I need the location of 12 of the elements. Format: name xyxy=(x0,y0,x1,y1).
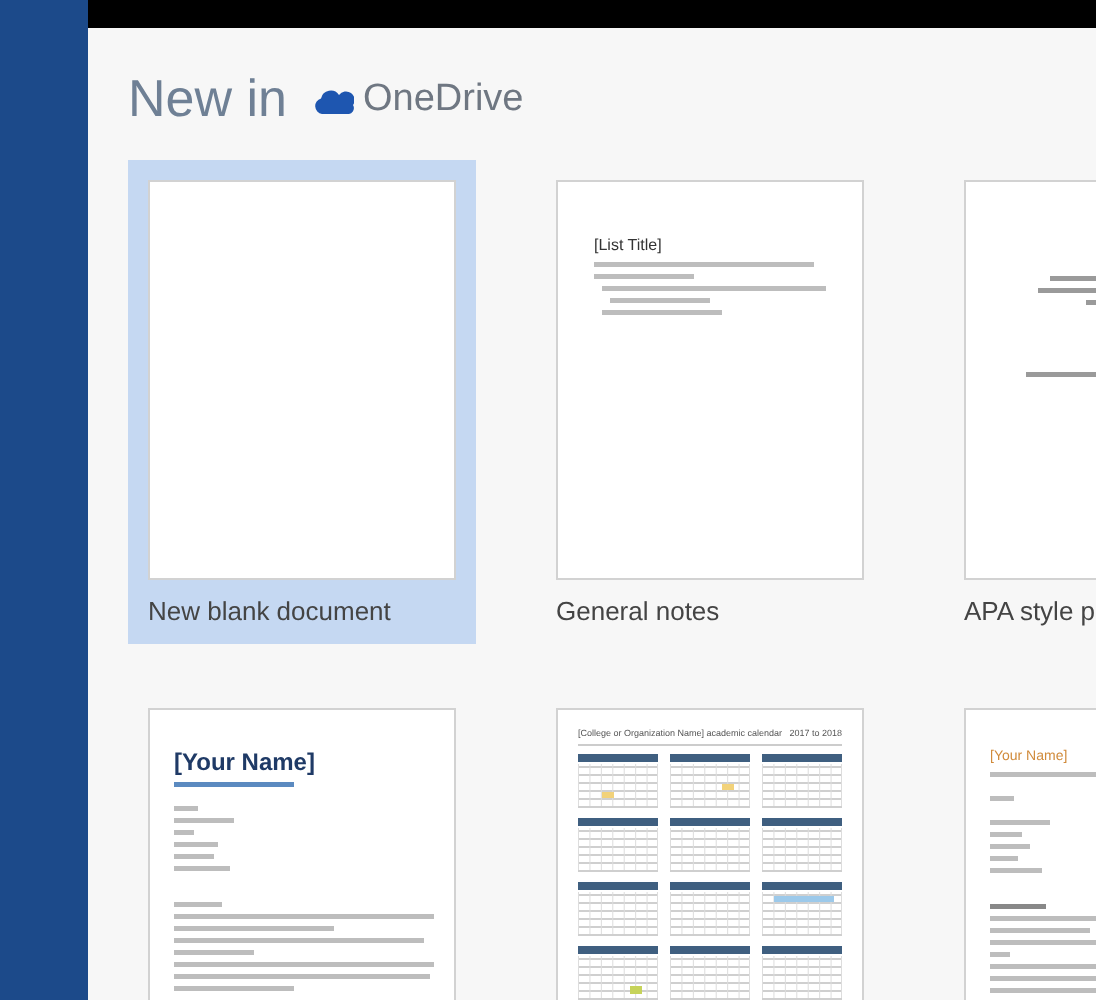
resume-name: [Your Name] xyxy=(174,750,317,774)
template-tile[interactable]: [Your Name] xyxy=(128,688,476,1000)
cloud-icon xyxy=(314,87,355,113)
template-tile[interactable]: New blank document xyxy=(128,160,476,644)
template-tile[interactable]: APA style p xyxy=(944,160,1096,644)
template-tile[interactable]: [List Title] General notes xyxy=(536,160,884,644)
list-title: [List Title] xyxy=(594,238,664,254)
service-name: OneDrive xyxy=(362,76,524,124)
template-name: APA style p xyxy=(964,594,1096,630)
page-heading: New in xyxy=(128,68,287,128)
template-name: General notes xyxy=(556,594,722,630)
template-name: New blank document xyxy=(148,594,393,630)
